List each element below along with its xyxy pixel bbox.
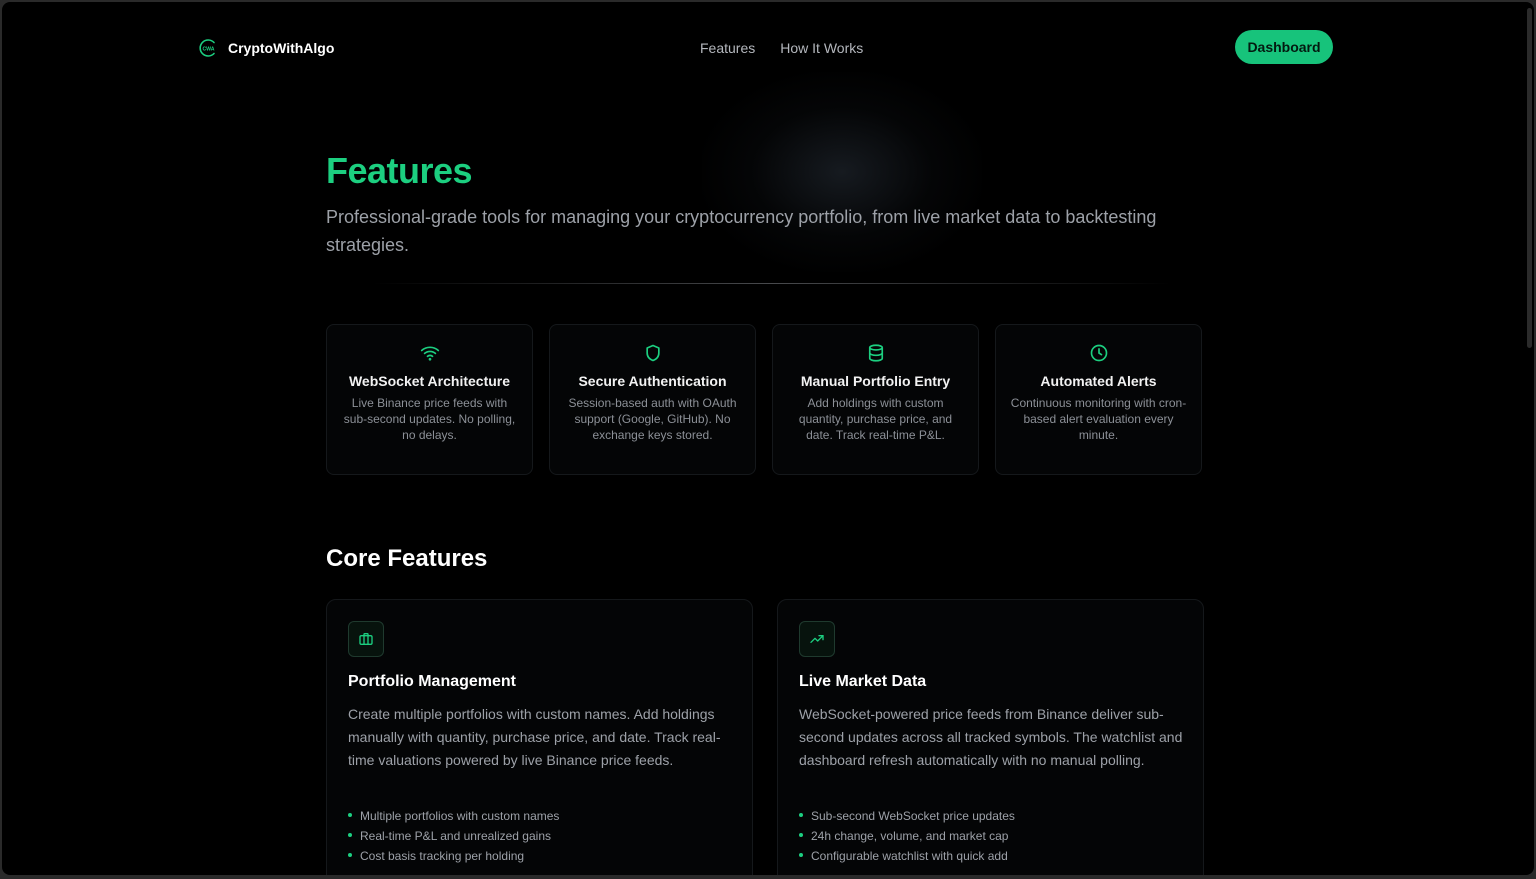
- bullet-item: Sub-second WebSocket price updates: [799, 806, 1015, 826]
- bullet-item: Real-time P&L and unrealized gains: [348, 826, 559, 846]
- top-navbar: CWA CryptoWithAlgo Features How It Works…: [2, 2, 1534, 94]
- svg-text:CWA: CWA: [202, 46, 214, 52]
- core-card-title: Live Market Data: [799, 673, 927, 690]
- database-icon: [868, 344, 883, 362]
- shield-icon: [645, 344, 660, 362]
- highlight-card-alerts: Automated Alerts Continuous monitoring w…: [995, 324, 1202, 475]
- highlight-card-title: WebSocket Architecture: [348, 373, 511, 389]
- core-card-title: Portfolio Management: [348, 673, 517, 690]
- highlight-card-desc: Continuous monitoring with cron-based al…: [1010, 396, 1187, 442]
- briefcase-icon: [359, 633, 373, 645]
- highlight-card-websocket: WebSocket Architecture Live Binance pric…: [326, 324, 533, 475]
- nav-link-features[interactable]: Features: [700, 40, 755, 56]
- cwa-logo-icon: CWA: [199, 39, 215, 57]
- core-card-live-market-data: Live Market Data WebSocket-powered price…: [777, 599, 1204, 875]
- brand-logo[interactable]: CWA CryptoWithAlgo: [198, 38, 334, 58]
- core-card-icon-box: [799, 621, 835, 657]
- page-title: Features: [326, 150, 473, 191]
- highlight-card-auth: Secure Authentication Session-based auth…: [549, 324, 756, 475]
- dashboard-button[interactable]: Dashboard: [1235, 30, 1333, 64]
- highlight-cards: WebSocket Architecture Live Binance pric…: [326, 324, 1202, 475]
- bullet-item: Multiple portfolios with custom names: [348, 806, 559, 826]
- page-subtitle: Professional-grade tools for managing yo…: [326, 207, 1157, 255]
- wifi-icon: [420, 346, 439, 361]
- highlight-card-portfolio-entry: Manual Portfolio Entry Add holdings with…: [772, 324, 979, 475]
- clock-icon: [1090, 344, 1107, 362]
- nav-links: Features How It Works: [700, 40, 863, 56]
- highlight-card-title: Automated Alerts: [1040, 373, 1157, 389]
- highlight-card-title: Secure Authentication: [578, 373, 727, 389]
- highlight-card-desc: Add holdings with custom quantity, purch…: [798, 396, 953, 442]
- core-card-desc: WebSocket-powered price feeds from Binan…: [799, 706, 1183, 768]
- core-card-desc: Create multiple portfolios with custom n…: [348, 706, 721, 768]
- core-card-bullets: Multiple portfolios with custom names Re…: [348, 806, 559, 866]
- highlight-card-title: Manual Portfolio Entry: [800, 373, 951, 389]
- core-card-portfolio-management: Portfolio Management Create multiple por…: [326, 599, 753, 875]
- bullet-item: Configurable watchlist with quick add: [799, 846, 1015, 866]
- highlight-card-desc: Live Binance price feeds with sub-second…: [343, 396, 516, 442]
- brand-name: CryptoWithAlgo: [228, 40, 335, 56]
- core-card-icon-box: [348, 621, 384, 657]
- core-features-heading: Core Features: [326, 545, 488, 572]
- highlight-card-desc: Session-based auth with OAuth support (G…: [568, 396, 737, 442]
- trending-up-icon: [810, 635, 824, 643]
- core-card-bullets: Sub-second WebSocket price updates 24h c…: [799, 806, 1015, 866]
- nav-link-how-it-works[interactable]: How It Works: [780, 40, 863, 56]
- section-divider: [372, 283, 1172, 284]
- bullet-item: 24h change, volume, and market cap: [799, 826, 1015, 846]
- browser-viewport: CWA CryptoWithAlgo Features How It Works…: [2, 2, 1534, 875]
- bullet-item: Cost basis tracking per holding: [348, 846, 559, 866]
